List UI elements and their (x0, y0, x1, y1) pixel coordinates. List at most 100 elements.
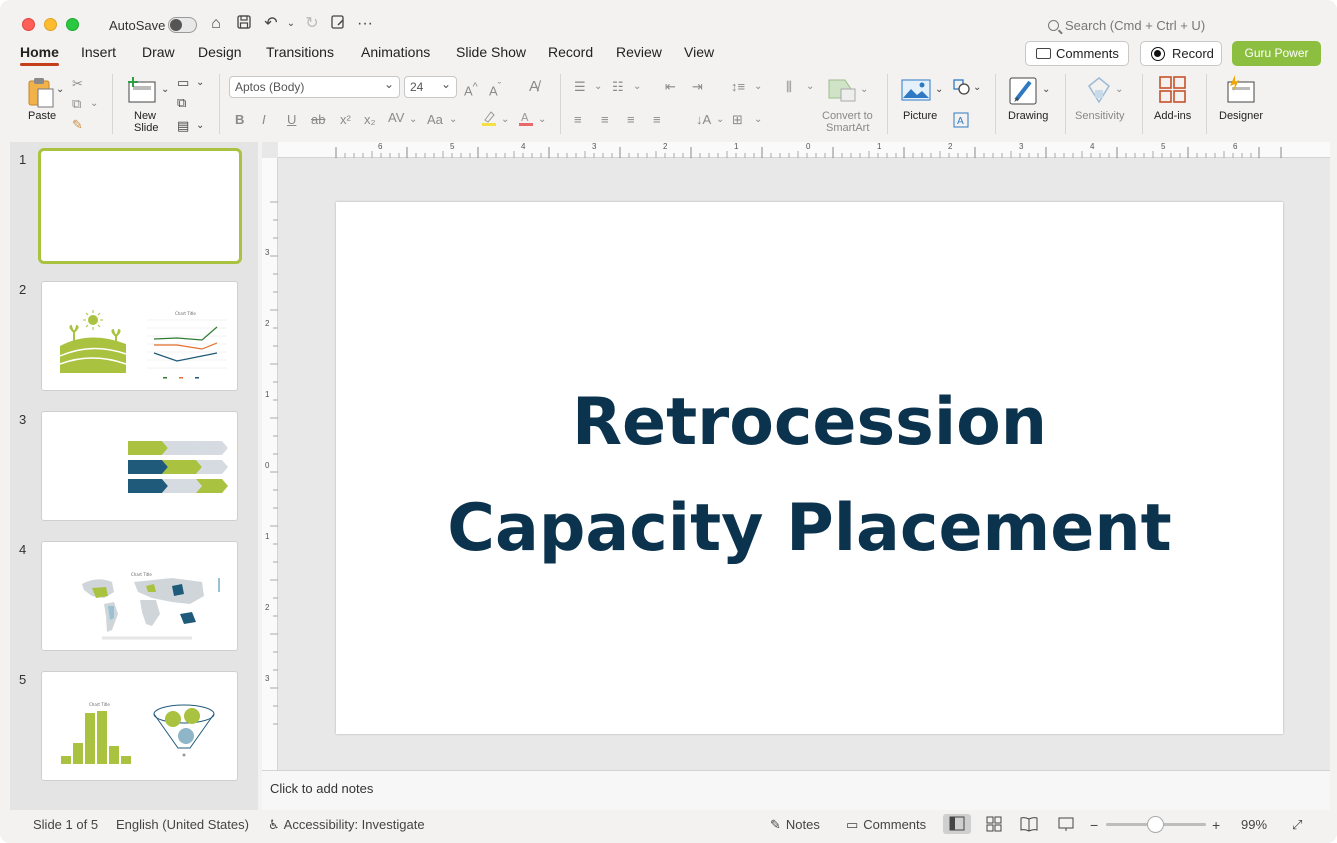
align-left-icon[interactable]: ≡ (574, 112, 582, 128)
undo-dropdown-icon[interactable]: ⌄ (281, 14, 301, 34)
superscript-icon[interactable]: x² (340, 112, 351, 128)
numbering-dropdown-icon[interactable]: ⌄ (633, 79, 641, 95)
sensitivity-dropdown-icon[interactable]: ⌄ (1115, 82, 1123, 98)
designer-icon[interactable] (1225, 74, 1257, 104)
highlight-icon[interactable] (481, 110, 497, 130)
slide-sorter-button[interactable] (980, 814, 1008, 834)
autosave-toggle[interactable] (168, 17, 197, 33)
layout-icon[interactable]: ▭ (177, 75, 189, 91)
line-spacing-icon[interactable]: ↕≡ (731, 79, 745, 95)
highlight-dropdown-icon[interactable]: ⌄ (501, 112, 509, 128)
tab-design[interactable]: Design (198, 44, 242, 60)
underline-icon[interactable]: U (287, 112, 296, 128)
character-spacing-icon[interactable]: AV (388, 110, 404, 126)
columns-icon[interactable]: ⫼ (786, 79, 792, 95)
decrease-indent-icon[interactable]: ⇤ (665, 79, 676, 95)
font-name-select[interactable]: Aptos (Body) (229, 74, 400, 98)
accessibility-status[interactable]: ♿ Accessibility: Investigate (268, 817, 425, 833)
redo-icon[interactable]: ↻ (302, 14, 322, 34)
close-window-button[interactable] (22, 18, 35, 31)
smartart-icon[interactable] (827, 77, 857, 102)
more-icon[interactable]: ··· (355, 14, 375, 34)
strikethrough-icon[interactable]: ab (311, 112, 325, 128)
new-slide-dropdown-icon[interactable]: ⌄ (161, 82, 169, 98)
customize-icon[interactable] (328, 14, 348, 34)
smartart-dropdown-icon[interactable]: ⌄ (860, 82, 868, 98)
picture-icon[interactable] (901, 78, 931, 102)
search-box[interactable]: Search (Cmd + Ctrl + U) (1048, 18, 1205, 33)
picture-dropdown-icon[interactable]: ⌄ (935, 82, 943, 98)
line-spacing-dropdown-icon[interactable]: ⌄ (754, 79, 762, 95)
notes-pane[interactable]: Click to add notes (262, 770, 1330, 810)
slide-thumbnail-4[interactable]: Chart Title (41, 541, 238, 651)
increase-indent-icon[interactable]: ⇥ (692, 79, 703, 95)
bold-icon[interactable]: B (235, 112, 244, 128)
slide-thumbnail-5[interactable]: Chart Title (41, 671, 238, 781)
drawing-dropdown-icon[interactable]: ⌄ (1042, 82, 1050, 98)
clear-formatting-icon[interactable]: A̸ (529, 79, 539, 95)
minimize-window-button[interactable] (44, 18, 57, 31)
tab-view[interactable]: View (684, 44, 714, 60)
align-right-icon[interactable]: ≡ (627, 112, 635, 128)
tab-animations[interactable]: Animations (361, 44, 430, 60)
font-color-dropdown-icon[interactable]: ⌄ (538, 112, 546, 128)
reset-slide-icon[interactable]: ⧉ (177, 95, 186, 111)
increase-font-icon[interactable]: A^ (464, 79, 478, 99)
tab-home[interactable]: Home (20, 44, 59, 66)
text-box-icon[interactable]: A (953, 112, 969, 132)
font-size-select[interactable]: 24 (404, 74, 457, 98)
columns-dropdown-icon[interactable]: ⌄ (806, 79, 814, 95)
justify-icon[interactable]: ≡ (653, 112, 661, 128)
record-button[interactable]: Record (1140, 41, 1222, 66)
tab-review[interactable]: Review (616, 44, 662, 60)
slide-title[interactable]: Retrocession Capacity Placement (336, 370, 1283, 582)
slide-thumbnail-2[interactable]: Chart Title (41, 281, 238, 391)
text-direction-dropdown-icon[interactable]: ⌄ (716, 112, 724, 128)
subscript-icon[interactable]: x₂ (364, 112, 376, 128)
change-case-icon[interactable]: Aa (427, 112, 443, 128)
shapes-dropdown-icon[interactable]: ⌄ (973, 80, 981, 96)
bullets-icon[interactable]: ☰ (574, 79, 586, 95)
layout-dropdown-icon[interactable]: ⌄ (196, 75, 204, 91)
undo-icon[interactable]: ↶ (261, 14, 281, 34)
text-direction-icon[interactable]: ↓A (696, 112, 711, 128)
tab-slide-show[interactable]: Slide Show (456, 44, 526, 60)
zoom-out-icon[interactable]: − (1090, 817, 1098, 833)
slide-thumbnail-3[interactable] (41, 411, 238, 521)
paste-dropdown-icon[interactable]: ⌄ (56, 82, 64, 98)
paste-icon[interactable] (26, 77, 54, 108)
save-icon[interactable] (234, 14, 254, 34)
slide-thumbnail-1[interactable] (38, 148, 242, 264)
language-indicator[interactable]: English (United States) (116, 817, 249, 832)
notes-toggle[interactable]: ✎ Notes (770, 817, 820, 833)
align-text-icon[interactable]: ⊞ (732, 112, 743, 128)
italic-icon[interactable]: I (262, 112, 266, 128)
tab-insert[interactable]: Insert (81, 44, 116, 60)
change-case-dropdown-icon[interactable]: ⌄ (449, 112, 457, 128)
home-icon[interactable]: ⌂ (206, 14, 226, 34)
section-dropdown-icon[interactable]: ⌄ (196, 118, 204, 134)
copy-dropdown-icon[interactable]: ⌄ (90, 96, 98, 112)
tab-draw[interactable]: Draw (142, 44, 175, 60)
comments-button[interactable]: Comments (1025, 41, 1129, 66)
tab-record[interactable]: Record (548, 44, 593, 60)
zoom-in-icon[interactable]: + (1212, 817, 1220, 833)
fit-to-window-icon[interactable]: ⤢ (1292, 817, 1302, 833)
normal-view-button[interactable] (943, 814, 971, 834)
section-icon[interactable]: ▤ (177, 118, 189, 134)
sensitivity-icon[interactable] (1085, 76, 1113, 106)
tab-transitions[interactable]: Transitions (266, 44, 334, 60)
cut-icon[interactable]: ✂ (72, 76, 83, 92)
drawing-icon[interactable] (1008, 76, 1040, 106)
copy-icon[interactable]: ⧉ (72, 96, 81, 112)
guru-power-button[interactable]: Guru Power (1232, 41, 1321, 66)
numbering-icon[interactable]: ☷ (612, 79, 624, 95)
shapes-icon[interactable] (953, 79, 971, 99)
comments-toggle[interactable]: ▭ Comments (846, 817, 926, 833)
format-painter-icon[interactable]: ✎ (72, 117, 83, 133)
reading-view-button[interactable] (1015, 814, 1043, 834)
character-spacing-dropdown-icon[interactable]: ⌄ (409, 112, 417, 128)
zoom-level[interactable]: 99% (1241, 817, 1267, 832)
decrease-font-icon[interactable]: Aˇ (489, 79, 501, 99)
align-text-dropdown-icon[interactable]: ⌄ (754, 112, 762, 128)
